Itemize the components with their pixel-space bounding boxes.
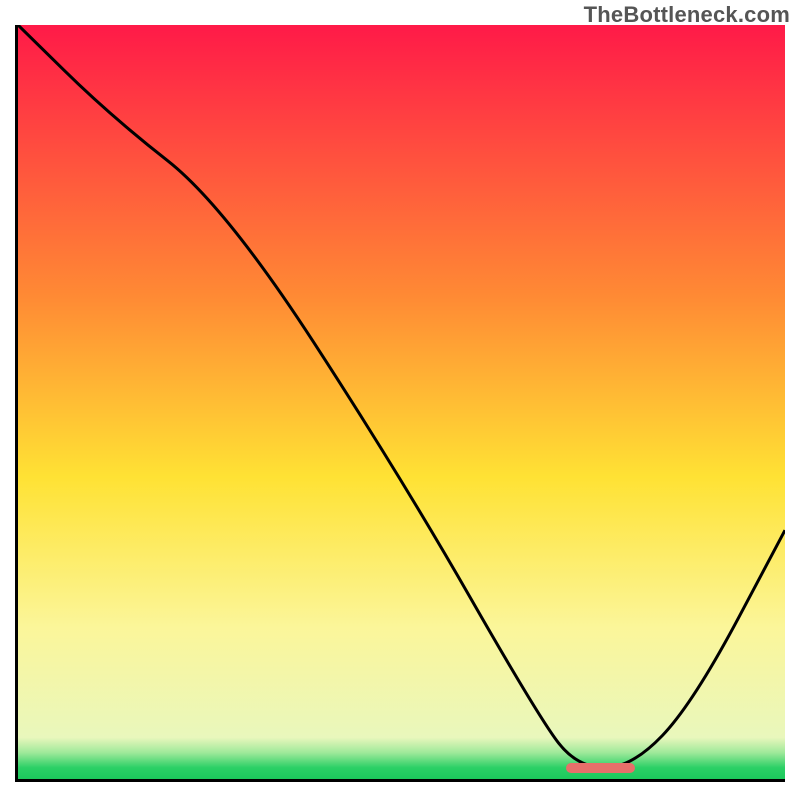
curve-layer <box>18 25 785 779</box>
plot-area <box>15 25 785 782</box>
optimal-marker <box>566 763 635 773</box>
x-axis <box>15 779 785 782</box>
bottleneck-curve <box>18 25 785 768</box>
y-axis <box>15 25 18 782</box>
watermark-text: TheBottleneck.com <box>584 2 790 28</box>
chart-stage: TheBottleneck.com <box>0 0 800 800</box>
